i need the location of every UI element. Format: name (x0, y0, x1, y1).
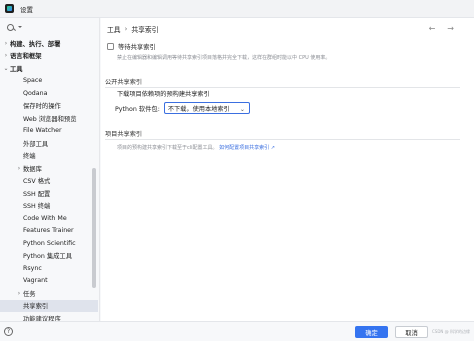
sidebar-item[interactable]: › 数据库 (0, 162, 98, 175)
sidebar-item-label: Code With Me (23, 214, 67, 222)
sidebar-item-label: 终端 (23, 153, 36, 161)
sidebar-item-label: File Watcher (23, 127, 62, 135)
project-hint: 项目的预构建共享索引下载至于cli配置工具。 如何配置项目共享索引 ↗ (117, 144, 275, 151)
sidebar-item[interactable]: CSV 格式 (0, 175, 98, 188)
chevron-down-icon[interactable]: ⌄ (2, 65, 10, 72)
sidebar-item-label: CSV 格式 (23, 178, 51, 186)
sidebar-item-label: Features Trainer (23, 227, 74, 235)
help-icon[interactable]: ? (4, 327, 13, 336)
sidebar-item[interactable]: ⌄ 工具 (0, 62, 98, 75)
breadcrumb-separator-icon: › (124, 25, 128, 33)
sidebar-item[interactable]: 终端 (0, 150, 98, 163)
wait-hint: 禁止在编辑器和编辑调用等待共享索引项目落格并完全下载，这样在群组时能以中 CPU… (117, 55, 331, 61)
sidebar-item[interactable]: › 构建、执行、部署 (0, 37, 98, 50)
sidebar-item[interactable]: Qodana (0, 87, 98, 100)
sidebar-item[interactable]: Space (0, 75, 98, 88)
sidebar-item-label: Python 集成工具 (23, 253, 73, 261)
sidebar-item-label: 语言和框架 (10, 53, 42, 61)
sidebar-item-label: 工具 (10, 65, 23, 73)
history-nav: ← → (429, 24, 454, 33)
sidebar-item[interactable]: Code With Me (0, 212, 98, 225)
chevron-down-icon[interactable] (18, 26, 22, 28)
chevron-right-icon[interactable]: › (15, 290, 23, 297)
app-icon (5, 4, 14, 13)
sidebar-item[interactable]: Python 集成工具 (0, 250, 98, 263)
public-section-description: 下载项目依赖项的预构建共享索引 (117, 91, 210, 98)
chevron-right-icon[interactable]: › (15, 165, 23, 172)
search-input[interactable] (25, 24, 95, 30)
project-hint-text: 项目的预构建共享索引下载至于cli配置工具。 (117, 145, 218, 151)
project-section-title: 项目共享索引 (105, 131, 143, 138)
sidebar-scrollbar[interactable] (92, 168, 96, 288)
python-packages-select[interactable]: 不下载，使用本地索引 ⌄ (163, 102, 250, 114)
sidebar-item[interactable]: 外部工具 (0, 137, 98, 150)
sidebar-item[interactable]: File Watcher (0, 125, 98, 138)
watermark: CSDN @ 科学的边缘 (432, 329, 470, 334)
breadcrumb-item[interactable]: 工具 (107, 24, 121, 34)
settings-sidebar: › 构建、执行、部署 › 语言和框架 ⌄ 工具 Space Qodana 保存时的操作 Web 浏… (0, 18, 100, 341)
sidebar-item-label: Rsync (23, 264, 42, 272)
sidebar-item-label: Qodana (23, 89, 48, 97)
python-packages-label: Python 软件包: (115, 105, 160, 113)
python-packages-row: Python 软件包: 不下载，使用本地索引 ⌄ (115, 102, 250, 114)
sidebar-item[interactable]: › 语言和框架 (0, 50, 98, 63)
breadcrumb-item: 共享索引 (131, 26, 159, 34)
sidebar-item[interactable]: 保存时的操作 (0, 100, 98, 113)
sidebar-item-label: 任务 (23, 290, 36, 298)
settings-tree: › 构建、执行、部署 › 语言和框架 ⌄ 工具 Space Qodana 保存时的操作 Web 浏… (0, 37, 98, 337)
sidebar-item-label: SSH 配置 (23, 190, 51, 198)
select-value[interactable]: 不下载，使用本地索引 (168, 104, 230, 113)
chevron-right-icon[interactable]: › (2, 52, 10, 59)
cancel-button[interactable]: 取消 (395, 326, 428, 338)
sidebar-item[interactable]: Web 浏览器和预览 (0, 112, 98, 125)
ok-button[interactable]: 确定 (355, 326, 388, 338)
sidebar-item[interactable]: Python Scientific (0, 237, 98, 250)
section-divider (105, 87, 460, 88)
sidebar-item-label: Python Scientific (23, 239, 76, 247)
configure-project-indexes-link[interactable]: 如何配置项目共享索引 ↗ (219, 145, 275, 151)
sidebar-item-label: 构建、执行、部署 (10, 40, 61, 48)
checkbox-label[interactable]: 等待共享索引 (118, 42, 156, 51)
sidebar-item-label: 保存时的操作 (23, 103, 61, 111)
sidebar-item[interactable]: SSH 配置 (0, 187, 98, 200)
forward-arrow-icon[interactable]: → (447, 24, 454, 33)
chevron-right-icon[interactable]: › (2, 40, 10, 47)
sidebar-item-label: Space (23, 77, 43, 85)
chevron-down-icon[interactable]: ⌄ (240, 106, 245, 113)
public-section-title: 公开共享索引 (105, 79, 143, 86)
sidebar-item[interactable]: SSH 终端 (0, 200, 98, 213)
sidebar-item[interactable]: Rsync (0, 262, 98, 275)
title-bar: 设置 (0, 0, 474, 18)
sidebar-item[interactable]: Features Trainer (0, 225, 98, 238)
wait-shared-indexes-row[interactable]: 等待共享索引 (107, 42, 156, 51)
window-title: 设置 (20, 5, 33, 14)
sidebar-item[interactable]: Vagrant (0, 275, 98, 288)
breadcrumb: 工具 › 共享索引 (107, 24, 159, 34)
sidebar-item-label: 数据库 (23, 165, 42, 173)
sidebar-item-label: 共享索引 (23, 303, 49, 311)
sidebar-item-label: Vagrant (23, 277, 48, 285)
sidebar-item-label: Web 浏览器和预览 (23, 115, 77, 123)
sidebar-item[interactable]: › 任务 (0, 287, 98, 300)
sidebar-item-label: 外部工具 (23, 140, 49, 148)
wait-shared-indexes-checkbox[interactable] (107, 43, 114, 50)
settings-search[interactable] (4, 21, 96, 33)
dialog-footer: ? 确定 取消 CSDN @ 科学的边缘 (0, 321, 474, 341)
section-divider (105, 139, 460, 140)
settings-content: 工具 › 共享索引 ← → 等待共享索引 禁止在编辑器和编辑调用等待共享索引项目… (101, 18, 474, 321)
sidebar-item[interactable]: 共享索引 (0, 299, 98, 312)
search-icon[interactable] (7, 23, 14, 31)
sidebar-item-label: SSH 终端 (23, 203, 51, 211)
back-arrow-icon[interactable]: ← (429, 24, 436, 33)
